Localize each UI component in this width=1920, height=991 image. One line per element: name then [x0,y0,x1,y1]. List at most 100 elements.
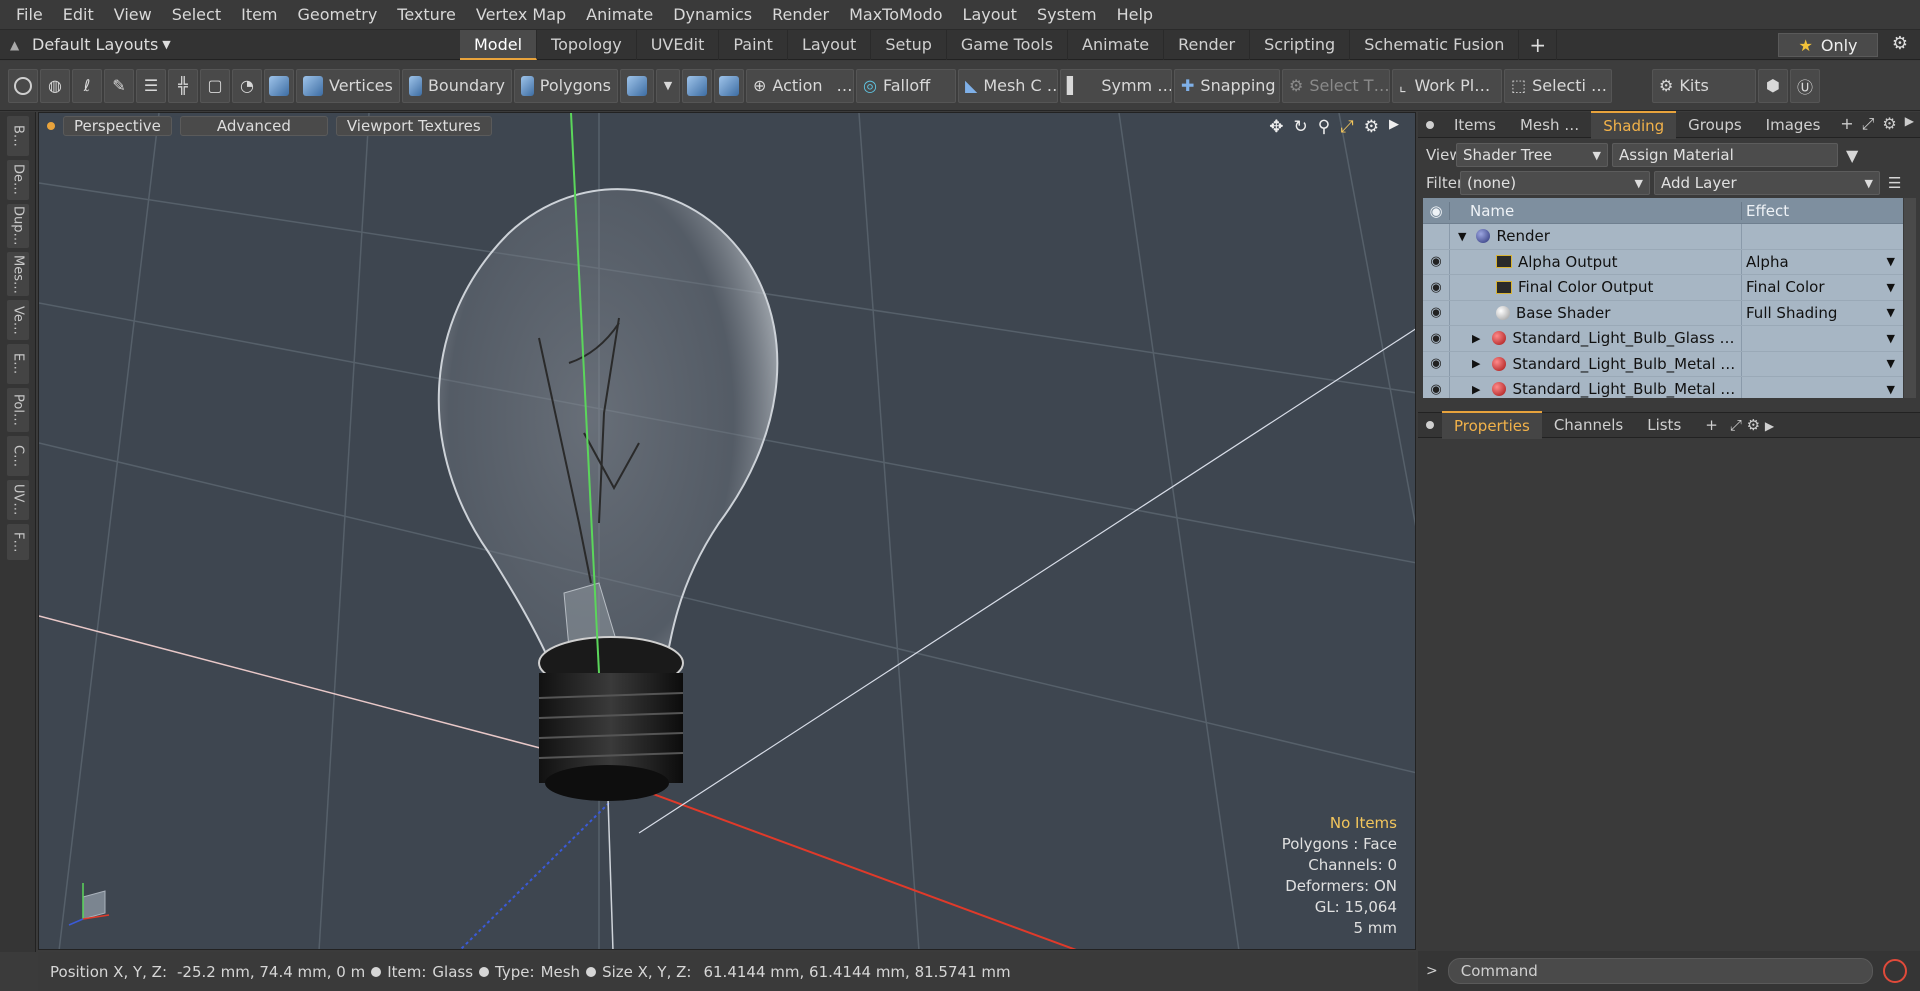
tree-row-material-metal-1[interactable]: ◉ ▶ Standard_Light_Bulb_Metal … ▼ [1423,351,1903,377]
falloff-button[interactable]: ◎ Falloff [856,68,956,103]
tree-scrollbar[interactable] [1904,198,1916,398]
visibility-eye-icon[interactable]: ◉ [1423,382,1449,397]
expand-right-icon[interactable]: ▶ [1472,357,1480,370]
left-tab-curve[interactable]: C… [7,436,29,476]
expand-icon[interactable]: ⤢ [1730,416,1742,434]
tab-items[interactable]: Items [1442,112,1508,138]
panel-gear-icon[interactable]: ⚙ [1882,114,1896,134]
left-tab-polygon[interactable]: Pol… [7,388,29,432]
expand-icon[interactable]: ⤢ [1862,114,1875,134]
tree-row-material-glass[interactable]: ◉ ▶ Standard_Light_Bulb_Glass … ▼ [1423,326,1903,352]
rotate-tool[interactable]: ◔ [232,68,262,103]
left-tab-fusion[interactable]: F… [7,524,29,560]
expand-down-icon[interactable]: ▼ [1458,230,1466,243]
zoom-icon[interactable]: ⚲ [1318,117,1330,137]
paint-select-tool[interactable]: ✎ [104,68,134,103]
selection-sets-button[interactable]: ⬚ Selecti … [1504,68,1612,103]
add-tab-plus-icon[interactable]: + [1693,412,1730,438]
tab-setup[interactable]: Setup [871,30,947,60]
menu-dynamics[interactable]: Dynamics [663,0,762,30]
tab-mesh[interactable]: Mesh … [1508,112,1591,138]
only-button[interactable]: ★ Only [1778,33,1878,57]
snapping-button[interactable]: ✚ Snapping [1174,68,1280,103]
tree-row-alpha-output[interactable]: ◉ Alpha Output Alpha ▼ [1423,249,1903,275]
tab-animate[interactable]: Animate [1068,30,1165,60]
tab-scripting[interactable]: Scripting [1250,30,1351,60]
menu-file[interactable]: File [6,0,53,30]
advanced-button[interactable]: Advanced [179,116,328,136]
menu-texture[interactable]: Texture [387,0,466,30]
filter-funnel-icon[interactable]: ▼ [1846,146,1858,165]
3d-viewport[interactable]: Perspective Advanced Viewport Textures ✥… [38,112,1416,950]
left-tab-edge[interactable]: E… [7,344,29,384]
frame-tool[interactable]: ▢ [200,68,230,103]
panel-dot-icon[interactable] [1426,421,1434,429]
menu-render[interactable]: Render [762,0,839,30]
symmetry-button[interactable]: ▌ Symm … [1060,68,1172,103]
mesh-constraint-button[interactable]: ◣ Mesh C … [958,68,1058,103]
tab-model[interactable]: Model [460,30,538,60]
mode-dropdown[interactable]: ▼ [656,68,680,103]
polygons-mode-button[interactable]: Polygons [514,68,618,103]
lasso-tool[interactable]: ℓ [72,68,102,103]
menu-system[interactable]: System [1027,0,1107,30]
add-tab-plus-icon[interactable]: + [1840,114,1853,134]
menu-layout[interactable]: Layout [953,0,1027,30]
add-tab-plus-icon[interactable]: + [1519,30,1558,60]
menu-item[interactable]: Item [231,0,287,30]
left-tab-mesh-edit[interactable]: Mes… [7,252,29,296]
tab-images[interactable]: Images [1754,112,1833,138]
item-mode[interactable] [264,68,294,103]
record-icon[interactable] [1882,959,1907,983]
tree-row-base-shader[interactable]: ◉ Base Shader Full Shading ▼ [1423,300,1903,326]
visibility-eye-icon[interactable]: ◉ [1423,356,1449,371]
menu-maxtomodo[interactable]: MaxToModo [839,0,952,30]
column-effect[interactable]: Effect [1741,201,1903,220]
tree-row-final-color-output[interactable]: ◉ Final Color Output Final Color ▼ [1423,275,1903,301]
viewport-textures-button[interactable]: Viewport Textures [335,116,492,136]
perspective-button[interactable]: Perspective [63,116,172,136]
tab-topology[interactable]: Topology [537,30,637,60]
viewport-menu-dot-icon[interactable] [47,122,55,130]
visibility-eye-icon[interactable]: ◉ [1423,254,1449,269]
list-options-icon[interactable]: ☰ [1888,174,1901,192]
tab-layout[interactable]: Layout [788,30,872,60]
panel-gear-icon[interactable]: ⚙ [1747,416,1760,434]
maximize-icon[interactable]: ⤢ [1340,117,1354,137]
visibility-eye-icon[interactable]: ◉ [1423,331,1449,346]
shield2-tool[interactable] [714,68,744,103]
tab-shading[interactable]: Shading [1591,110,1677,139]
visibility-eye-icon[interactable]: ◉ [1423,305,1449,320]
menu-geometry[interactable]: Geometry [288,0,388,30]
view-select[interactable]: Shader Tree ▼ [1456,143,1608,167]
menu-help[interactable]: Help [1107,0,1163,30]
tree-row-material-metal-2[interactable]: ◉ ▶ Standard_Light_Bulb_Metal … ▼ [1423,377,1903,398]
expand-right-icon[interactable]: ▶ [1472,383,1480,396]
grid-tool[interactable]: ╬ [168,68,198,103]
select-circle-tool[interactable] [8,68,38,103]
action-center-button[interactable]: ⊕ Action… [746,68,854,103]
align-tool[interactable]: ☰ [136,68,166,103]
left-tab-duplicate[interactable]: Dup… [7,204,29,248]
pan-icon[interactable]: ✥ [1269,117,1283,137]
menu-select[interactable]: Select [162,0,231,30]
column-name[interactable]: Name [1449,201,1741,220]
work-plane-button[interactable]: ⌞ Work Pl… [1392,68,1502,103]
expand-right-icon[interactable]: ▶ [1472,332,1480,345]
unity-button[interactable]: ⬢ [1758,68,1788,103]
shield-tool[interactable] [682,68,712,103]
filter-select[interactable]: (none) ▼ [1460,171,1650,195]
eye-icon[interactable]: ◉ [1423,202,1449,220]
tab-schematic-fusion[interactable]: Schematic Fusion [1350,30,1520,60]
visibility-eye-icon[interactable]: ◉ [1423,280,1449,295]
panel-menu-icon[interactable]: ▶ [1905,114,1914,134]
boundary-mode-button[interactable]: Boundary [402,68,512,103]
assign-material-button[interactable]: Assign Material [1612,143,1838,167]
gear-icon[interactable]: ⚙ [1886,33,1914,57]
left-tab-deform[interactable]: De… [7,160,29,200]
tab-properties[interactable]: Properties [1442,411,1542,439]
play-icon[interactable]: ▶ [1389,117,1399,137]
tree-row-render[interactable]: ▼ Render [1423,224,1903,250]
tab-groups[interactable]: Groups [1676,112,1753,138]
vertices-mode-button[interactable]: Vertices [296,68,400,103]
